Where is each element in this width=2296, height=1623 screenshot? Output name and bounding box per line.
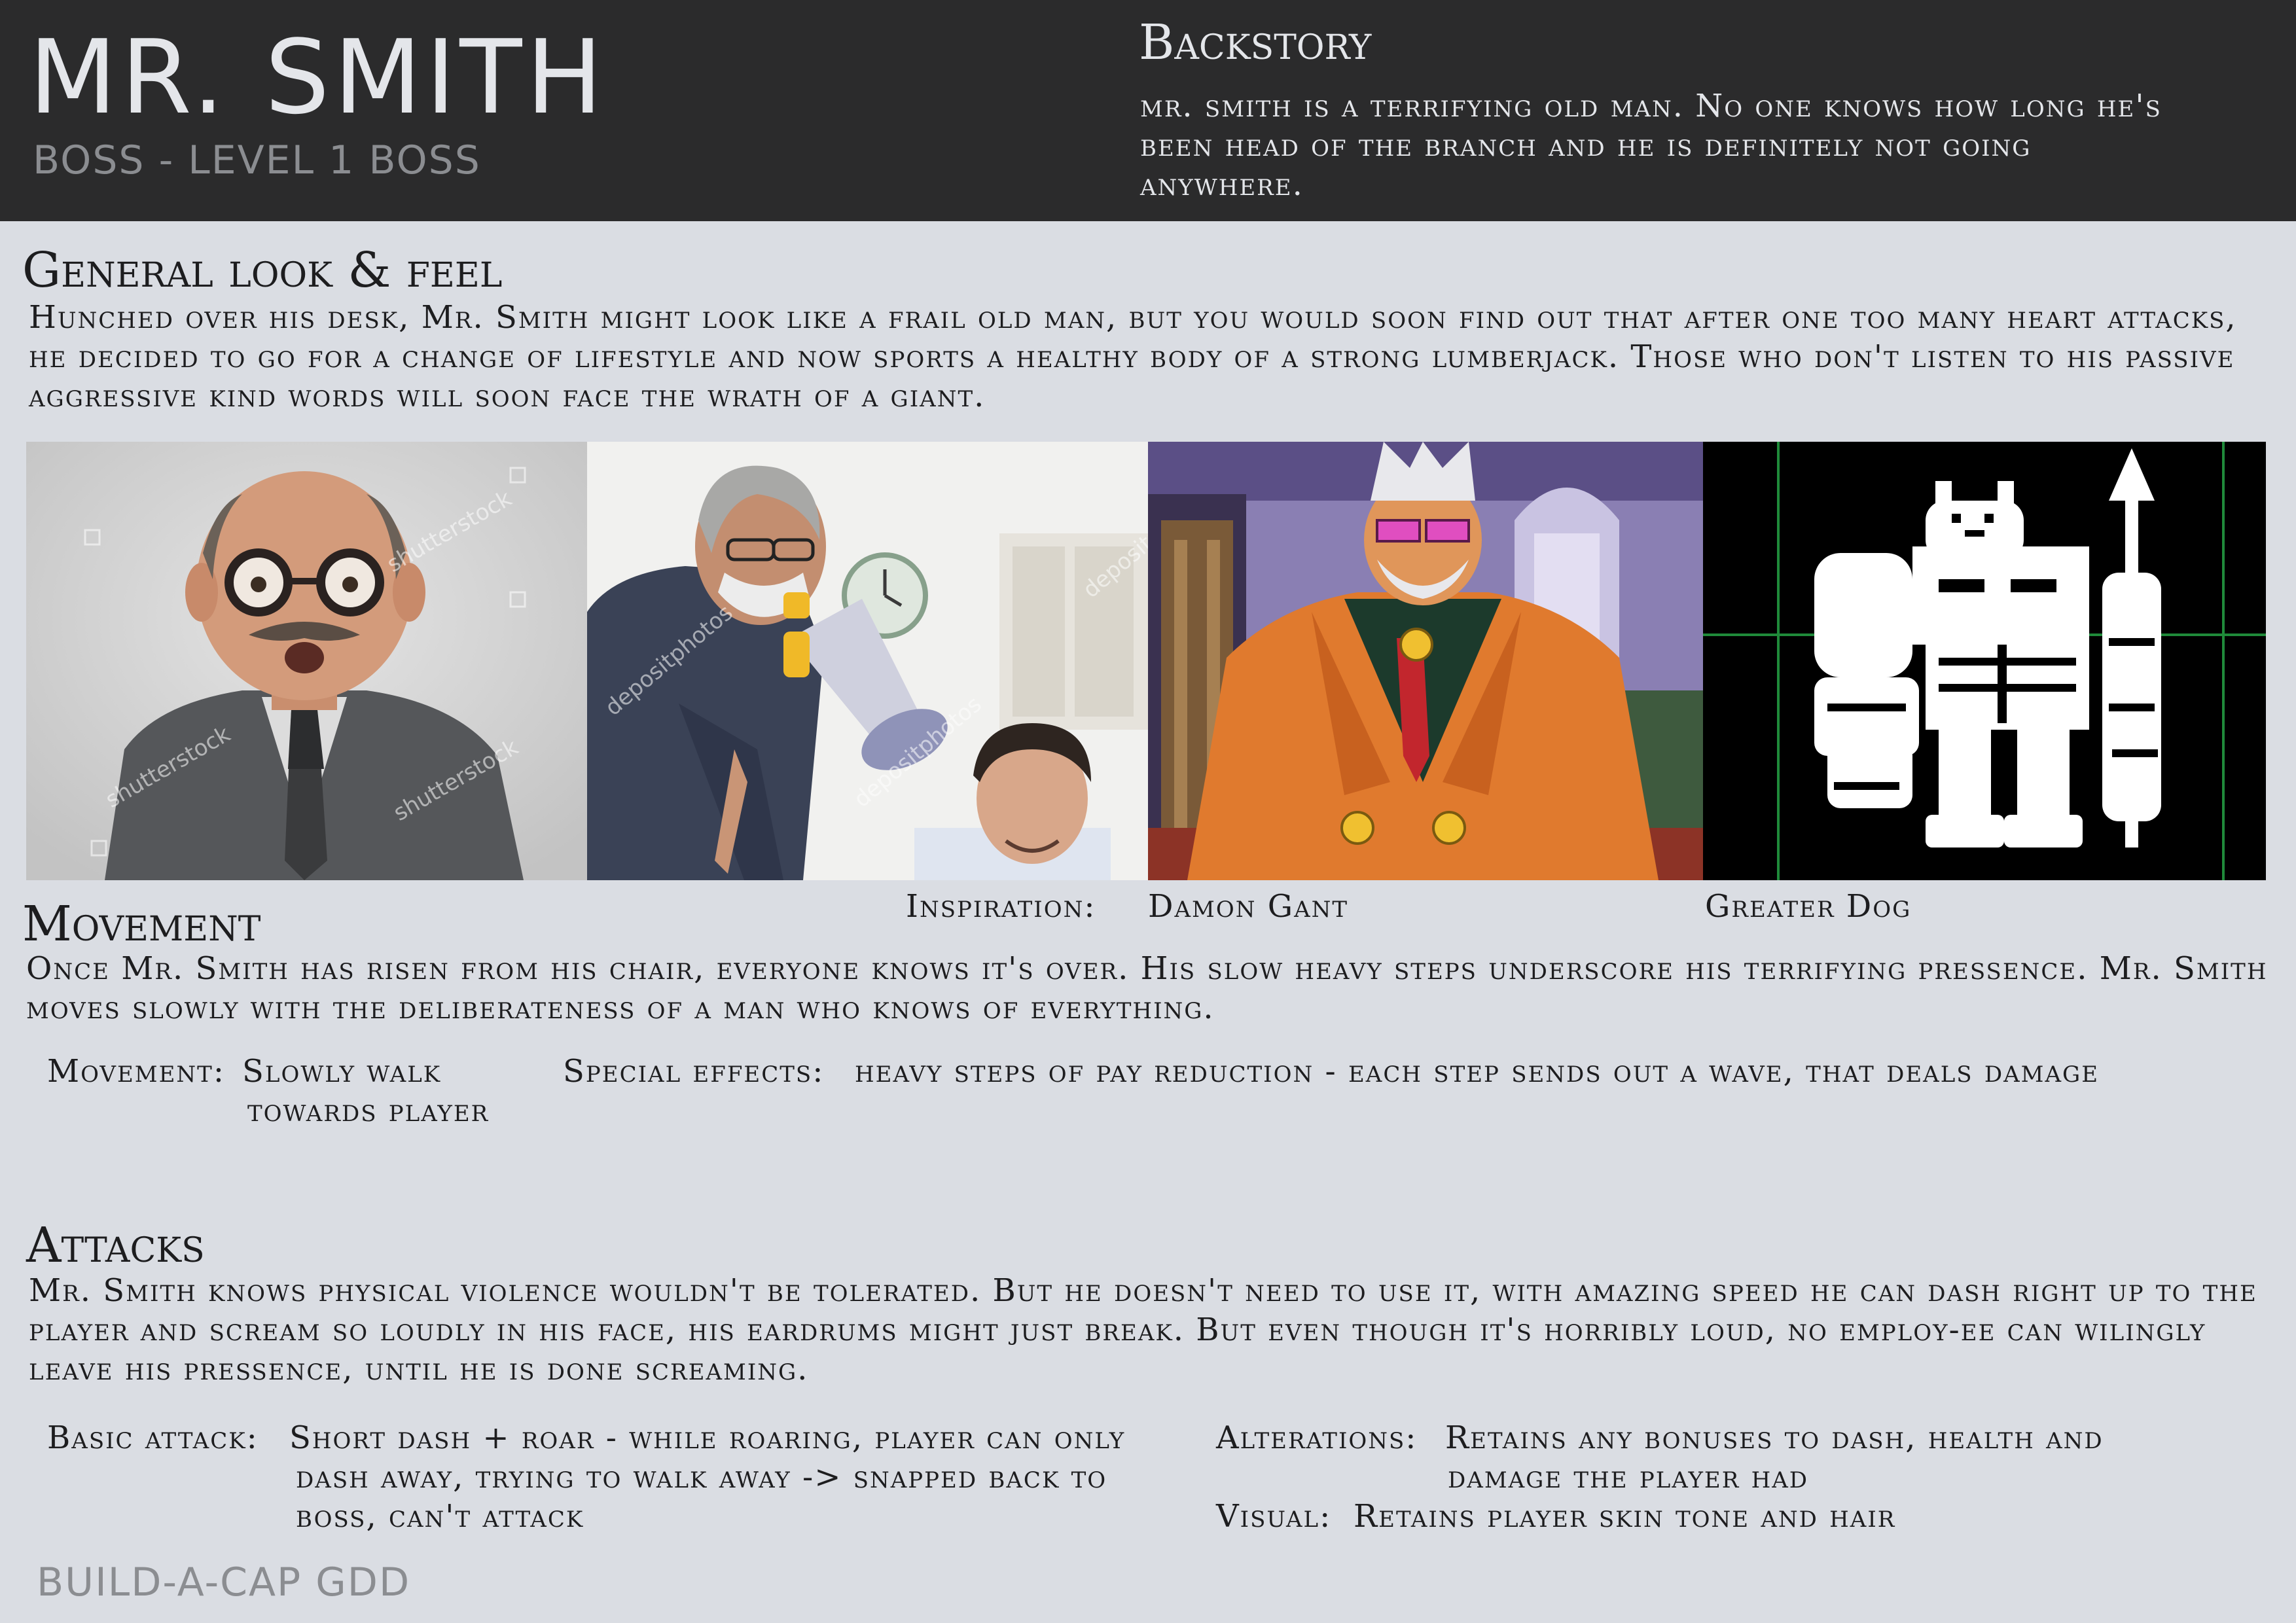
page-title: MR. SMITH bbox=[29, 18, 607, 137]
movement-heading: Movement bbox=[22, 896, 261, 952]
movement-value-line2: towards player bbox=[247, 1092, 490, 1129]
alterations-line1: Retains any bonuses to dash, health and bbox=[1445, 1419, 2104, 1456]
general-heading: General look & feel bbox=[22, 242, 503, 298]
basic-attack-label: Basic attack: bbox=[47, 1419, 259, 1456]
visual-label: Visual: bbox=[1216, 1498, 1332, 1535]
alterations-label: Alterations: bbox=[1216, 1419, 1418, 1456]
footer-label: BUILD-A-CAP GDD bbox=[37, 1560, 411, 1605]
sprite-greater-dog bbox=[1703, 442, 2266, 880]
movement-value-line1: Slowly walk bbox=[242, 1053, 442, 1090]
photo-megaphone-boss: depositphotos depositphotos depositphoto… bbox=[587, 442, 1148, 880]
visual-value: Retains player skin tone and hair bbox=[1354, 1498, 1896, 1535]
backstory-heading: Backstory bbox=[1139, 14, 1372, 71]
art-damon-gant bbox=[1148, 442, 1703, 880]
header-bar: MR. SMITH BOSS - LEVEL 1 BOSS Backstory … bbox=[0, 0, 2296, 221]
inspiration-label: Inspiration: bbox=[906, 888, 1096, 925]
special-effects-label: Special effects: bbox=[563, 1053, 825, 1090]
inspiration-name-greater-dog: Greater Dog bbox=[1705, 888, 1912, 925]
basic-attack-line3: boss, can't attack bbox=[296, 1498, 584, 1535]
special-effects-value: heavy steps of pay reduction - each step… bbox=[855, 1053, 2100, 1090]
basic-attack-line1: Short dash + roar - while roaring, playe… bbox=[289, 1419, 1126, 1456]
attacks-heading: Attacks bbox=[26, 1217, 205, 1274]
basic-attack-line2: dash away, trying to walk away -> snappe… bbox=[296, 1459, 1107, 1495]
general-text: Hunched over his desk, Mr. Smith might l… bbox=[29, 299, 2237, 414]
photo-bald-man: shutterstock shutterstock shutterstock bbox=[26, 442, 587, 880]
inspiration-name-damon: Damon Gant bbox=[1148, 888, 1349, 925]
page-subtitle: BOSS - LEVEL 1 BOSS bbox=[33, 137, 481, 183]
attacks-text: Mr. Smith knows physical violence wouldn… bbox=[29, 1272, 2257, 1387]
alterations-line2: damage the player had bbox=[1448, 1459, 1809, 1495]
backstory-text: mr. smith is a terrifying old man. No on… bbox=[1140, 88, 2162, 203]
movement-label: Movement: bbox=[47, 1053, 226, 1090]
movement-text: Once Mr. Smith has risen from his chair,… bbox=[26, 950, 2268, 1026]
